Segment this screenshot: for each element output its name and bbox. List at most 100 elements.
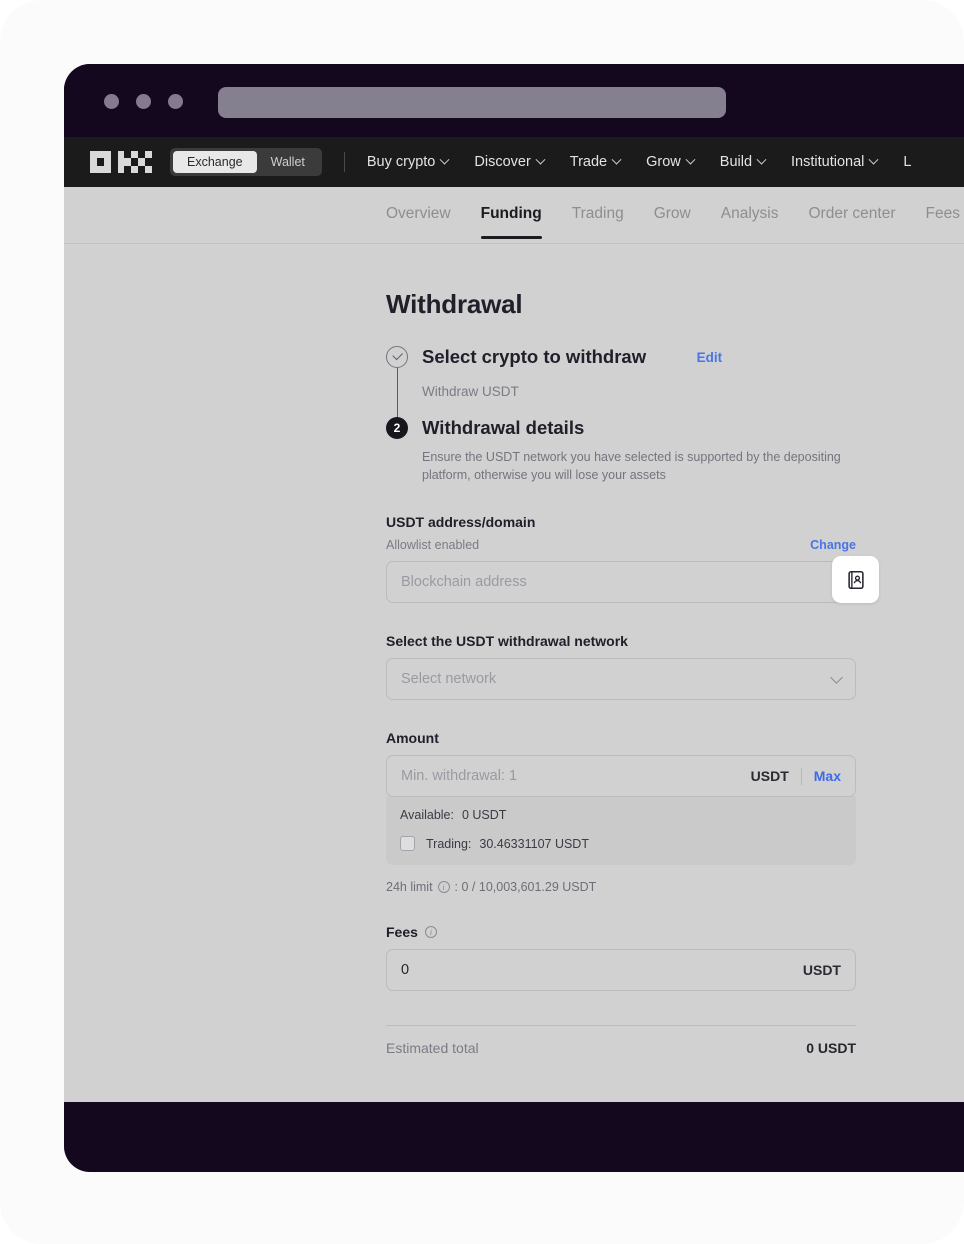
- nav-item-buy-crypto[interactable]: Buy crypto: [366, 154, 450, 170]
- close-dot[interactable]: [104, 94, 119, 109]
- withdrawal-stepper: Select crypto to withdraw Edit Withdraw …: [386, 346, 856, 484]
- network-select-value: Select network: [401, 671, 497, 688]
- daily-limit-label: 24h limit: [386, 880, 433, 895]
- minimize-dot[interactable]: [136, 94, 151, 109]
- fees-field-block: Fees i 0 USDT: [386, 924, 856, 992]
- available-label: Available:: [400, 808, 454, 823]
- step-2-description: Ensure the USDT network you have selecte…: [422, 450, 841, 483]
- fees-input-wrapper[interactable]: 0 USDT: [386, 949, 856, 992]
- allowlist-status: Allowlist enabled: [386, 538, 480, 553]
- step-1-summary: Withdraw USDT: [422, 384, 519, 399]
- step-2-title: Withdrawal details: [422, 417, 585, 438]
- network-field-block: Select the USDT withdrawal network Selec…: [386, 633, 856, 701]
- nav-link-group: Buy crypto Discover Trade Grow Build Ins…: [367, 154, 912, 170]
- page-root: Exchange Wallet Buy crypto Discover Trad…: [0, 0, 964, 1244]
- step-2-withdrawal-details: 2 Withdrawal details Ensure the USDT net…: [386, 417, 856, 484]
- info-icon[interactable]: i: [424, 926, 437, 939]
- change-allowlist-link[interactable]: Change: [810, 538, 856, 552]
- nav-item-label: L: [903, 154, 912, 170]
- address-field-label: USDT address/domain: [386, 514, 536, 531]
- mode-wallet-button[interactable]: Wallet: [257, 151, 319, 173]
- fees-label-row: Fees i: [386, 924, 856, 940]
- nav-item-label: Build: [719, 154, 753, 170]
- fees-currency: USDT: [802, 962, 841, 979]
- trading-value: 30.46331107 USDT: [479, 836, 589, 851]
- nav-divider: [343, 152, 345, 172]
- chevron-down-icon: [439, 154, 450, 165]
- step-2-number-badge: 2: [386, 417, 408, 439]
- nav-item-institutional[interactable]: Institutional: [791, 154, 879, 170]
- chevron-down-icon: [756, 154, 767, 165]
- balance-panel: Available: 0 USDT Trading: 30.46331107 U…: [386, 796, 856, 866]
- info-icon[interactable]: i: [437, 881, 450, 894]
- nav-item-label: Trade: [569, 154, 608, 170]
- daily-limit-value: : 0 / 10,003,601.29 USDT: [454, 880, 597, 895]
- nav-item-label: Buy crypto: [366, 154, 436, 170]
- available-value: 0 USDT: [461, 808, 507, 823]
- chevron-down-icon: [868, 154, 879, 165]
- step-complete-check-icon: [386, 346, 408, 368]
- amount-currency: USDT: [750, 768, 789, 785]
- address-book-button[interactable]: [832, 556, 879, 604]
- nav-item-grow[interactable]: Grow: [646, 154, 696, 170]
- fees-input[interactable]: 0: [401, 962, 803, 978]
- tab-analysis[interactable]: Analysis: [721, 205, 779, 225]
- fees-field-label: Fees: [386, 924, 418, 941]
- step-1-select-crypto: Select crypto to withdraw Edit Withdraw …: [386, 346, 856, 432]
- nav-item-discover[interactable]: Discover: [474, 154, 546, 170]
- max-amount-button[interactable]: Max: [814, 768, 841, 784]
- trading-balance-row[interactable]: Trading: 30.46331107 USDT: [400, 836, 842, 852]
- available-balance-row: Available: 0 USDT: [400, 808, 842, 822]
- account-subtab-bar: Overview Funding Trading Grow Analysis O…: [64, 187, 964, 244]
- okx-global-nav: Exchange Wallet Buy crypto Discover Trad…: [64, 137, 964, 187]
- browser-chrome: [64, 64, 964, 137]
- nav-item-build[interactable]: Build: [719, 154, 767, 170]
- address-field-block: USDT address/domain Allowlist enabled Ch…: [386, 514, 879, 604]
- browser-window: Exchange Wallet Buy crypto Discover Trad…: [64, 64, 964, 1172]
- network-field-label: Select the USDT withdrawal network: [386, 633, 628, 650]
- traffic-light-group: [104, 94, 183, 109]
- nav-item-label: Discover: [474, 154, 531, 170]
- address-book-icon: [847, 570, 864, 589]
- trading-balance-checkbox[interactable]: [400, 836, 415, 852]
- url-input[interactable]: [218, 87, 726, 118]
- amount-field-block: Amount Min. withdrawal: 1 USDT Max Avail…: [386, 730, 856, 894]
- nav-item-trade[interactable]: Trade: [569, 154, 622, 170]
- mode-exchange-button[interactable]: Exchange: [173, 151, 257, 173]
- amount-field-label: Amount: [386, 730, 439, 747]
- estimated-total-label: Estimated total: [386, 1040, 479, 1057]
- chevron-down-icon: [611, 154, 622, 165]
- chevron-down-icon: [830, 670, 843, 684]
- step-1-title: Select crypto to withdraw: [422, 346, 647, 367]
- daily-limit-row: 24h limit i : 0 / 10,003,601.29 USDT: [386, 880, 856, 894]
- tab-order-center[interactable]: Order center: [808, 205, 895, 225]
- network-select[interactable]: Select network: [386, 658, 856, 701]
- mode-switch[interactable]: Exchange Wallet: [170, 148, 322, 176]
- allowlist-row: Allowlist enabled Change: [386, 538, 856, 552]
- tab-overview[interactable]: Overview: [386, 205, 451, 225]
- tab-funding[interactable]: Funding: [480, 205, 542, 239]
- maximize-dot[interactable]: [168, 94, 183, 109]
- estimated-total-row: Estimated total 0 USDT: [386, 1025, 856, 1056]
- page-title: Withdrawal: [386, 289, 523, 319]
- address-input-wrapper[interactable]: Blockchain address: [386, 556, 879, 604]
- tab-trading[interactable]: Trading: [572, 205, 624, 225]
- window-bottom-filler: [64, 1102, 964, 1172]
- nav-item-label: Grow: [646, 154, 681, 170]
- trading-label: Trading:: [426, 836, 472, 851]
- tab-fees[interactable]: Fees: [926, 205, 960, 225]
- estimated-total-value: 0 USDT: [806, 1040, 856, 1057]
- nav-item-learn[interactable]: L: [903, 154, 911, 170]
- okx-logo-icon[interactable]: [90, 151, 152, 173]
- chevron-down-icon: [685, 154, 696, 165]
- page-viewport: Overview Funding Trading Grow Analysis O…: [64, 187, 964, 1172]
- amount-input-wrapper[interactable]: Min. withdrawal: 1 USDT Max: [386, 755, 856, 798]
- divider: [800, 767, 802, 785]
- edit-crypto-link[interactable]: Edit: [697, 350, 723, 365]
- address-input[interactable]: Blockchain address: [401, 574, 841, 590]
- chevron-down-icon: [535, 154, 546, 165]
- tab-grow[interactable]: Grow: [654, 205, 691, 225]
- nav-item-label: Institutional: [791, 154, 865, 170]
- amount-input[interactable]: Min. withdrawal: 1: [401, 768, 751, 784]
- withdrawal-form: Withdrawal Select crypto to withdraw Edi…: [386, 244, 879, 1056]
